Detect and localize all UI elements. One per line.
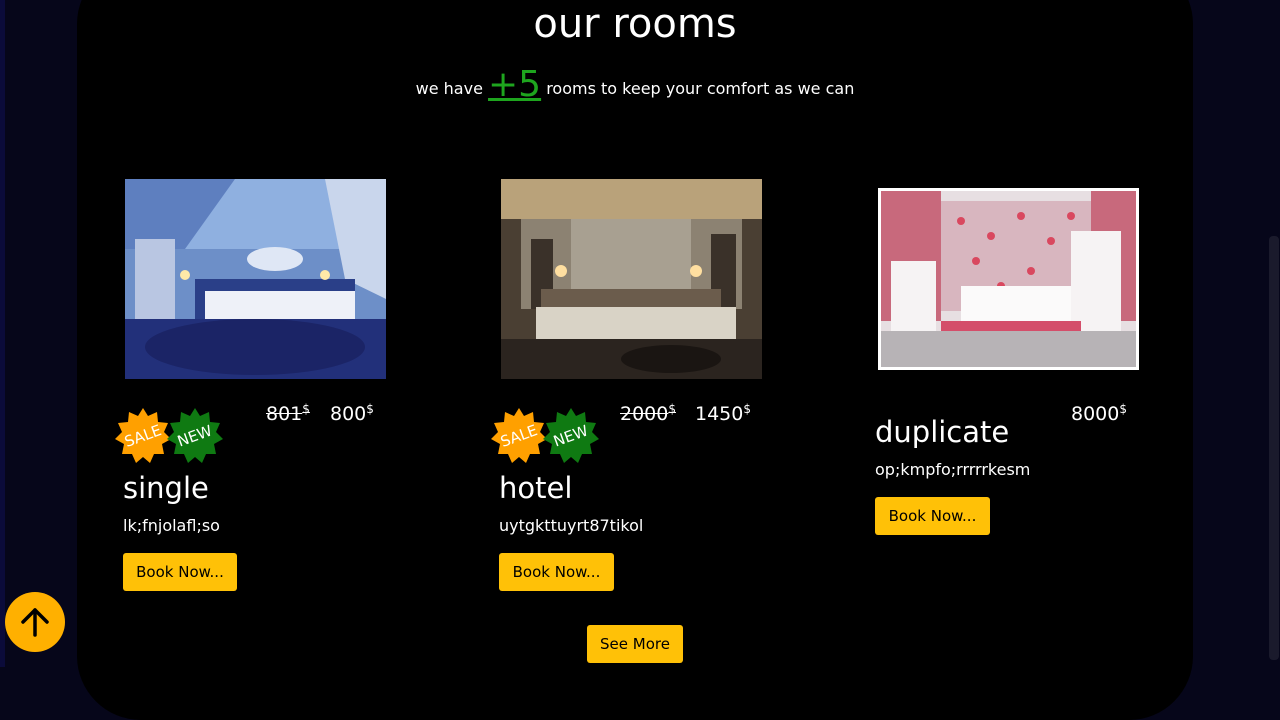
book-now-button[interactable]: Book Now... — [123, 553, 237, 591]
section-title: our rooms — [533, 1, 737, 47]
room-count: +5 — [488, 64, 542, 105]
sale-badge: SALE — [115, 408, 171, 464]
room-photo-hotel — [501, 179, 762, 379]
old-price: 2000$ — [620, 402, 676, 425]
book-now-button[interactable]: Book Now... — [875, 497, 990, 535]
room-description: op;kmpfo;rrrrrkesm — [875, 460, 1031, 479]
price: 8000$ — [1071, 402, 1127, 425]
room-name: hotel — [499, 471, 573, 505]
arrow-up-icon — [21, 608, 49, 637]
sale-badge: SALE — [491, 408, 547, 464]
room-description: uytgkttuyrt87tikol — [499, 516, 644, 535]
room-photo-single — [125, 179, 386, 379]
see-more-button[interactable]: See More — [587, 625, 683, 663]
room-description: lk;fnjolafl;so — [123, 516, 220, 535]
old-price: 801$ — [266, 402, 310, 425]
price: 800$ — [330, 402, 374, 425]
new-badge: NEW — [543, 408, 599, 464]
subtitle-suffix: rooms to keep your comfort as we can — [546, 79, 855, 98]
scrollbar[interactable] — [1268, 0, 1280, 667]
new-badge: NEW — [167, 408, 223, 464]
price: 1450$ — [695, 402, 751, 425]
room-photo-duplicate — [878, 188, 1139, 370]
section-subtitle: we have +5 rooms to keep your comfort as… — [0, 64, 1270, 105]
scrollbar-thumb[interactable] — [1269, 236, 1279, 660]
room-name: single — [123, 471, 209, 505]
room-name: duplicate — [875, 415, 1010, 449]
book-now-button[interactable]: Book Now... — [499, 553, 614, 591]
subtitle-prefix: we have — [415, 79, 483, 98]
scroll-to-top-button[interactable] — [5, 592, 65, 652]
